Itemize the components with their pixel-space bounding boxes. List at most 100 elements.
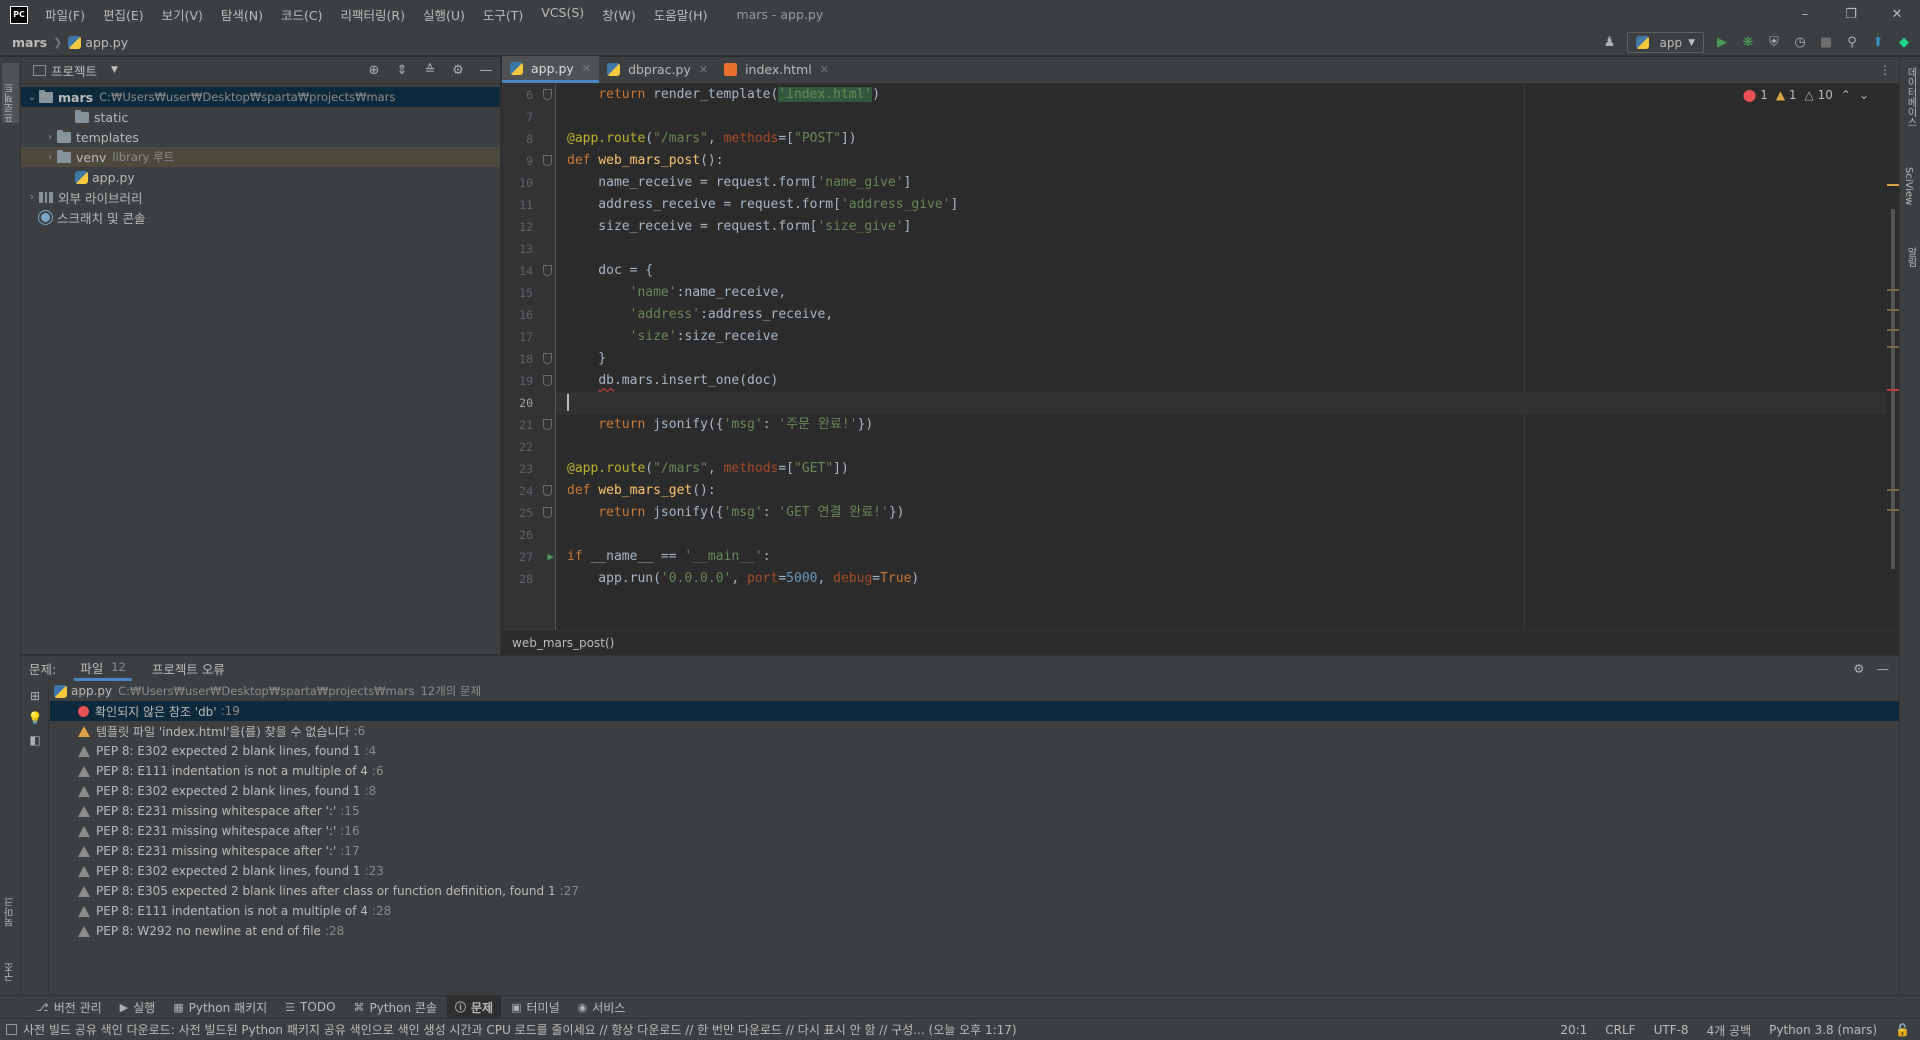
- close-window-icon[interactable]: ✕: [1874, 0, 1920, 29]
- code-lines[interactable]: return render_template('index.html') @app…: [556, 84, 1886, 590]
- tree-item[interactable]: 스크래치 및 콘솔: [21, 207, 500, 227]
- fold-marker-icon[interactable]: [543, 485, 552, 496]
- code-line[interactable]: 'size':size_receive: [567, 326, 1867, 348]
- file-encoding[interactable]: UTF-8: [1654, 1023, 1689, 1037]
- code-line[interactable]: return jsonify({'msg': 'GET 연결 완료!'}): [567, 502, 1867, 524]
- problem-item[interactable]: PEP 8: E231 missing whitespace after ':'…: [50, 821, 1899, 841]
- line-number[interactable]: 23: [502, 458, 555, 480]
- more-tabs-icon[interactable]: ⋮: [1879, 63, 1891, 77]
- tool-window-button-problems[interactable]: ⓘ 문제: [447, 995, 502, 1019]
- chevron-down-icon[interactable]: ▼: [111, 65, 118, 75]
- code-line[interactable]: name_receive = request.form['name_give']: [567, 172, 1867, 194]
- tool-window-button-vcs[interactable]: ⎇ 버전 관리: [28, 996, 110, 1019]
- code-line[interactable]: [567, 238, 1867, 260]
- stop-icon[interactable]: ■: [1818, 35, 1834, 50]
- line-number[interactable]: 28: [502, 568, 555, 590]
- hide-icon[interactable]: —: [478, 63, 494, 78]
- status-message[interactable]: 사전 빌드 공유 색인 다운로드: 사전 빌드된 Python 패키지 공유 색…: [23, 1021, 1123, 1038]
- problem-item[interactable]: PEP 8: E305 expected 2 blank lines after…: [50, 881, 1899, 901]
- breadcrumb-project[interactable]: mars: [12, 35, 47, 50]
- sciview-tool-button[interactable]: SciView: [1903, 167, 1914, 205]
- menu-item[interactable]: 파일(F): [36, 5, 94, 24]
- code-line[interactable]: 'address':address_receive,: [567, 304, 1867, 326]
- code-line[interactable]: return jsonify({'msg': '주문 완료!'}): [567, 414, 1867, 436]
- code-line[interactable]: app.run('0.0.0.0', port=5000, debug=True…: [567, 568, 1867, 590]
- structure-tool-button[interactable]: 구조: [2, 942, 19, 982]
- profile-icon[interactable]: ◷: [1792, 35, 1808, 50]
- menu-item[interactable]: 리팩터링(R): [332, 5, 414, 24]
- menu-item[interactable]: VCS(S): [532, 5, 593, 24]
- chevron-up-icon[interactable]: ⌃: [1841, 88, 1851, 102]
- minimize-icon[interactable]: –: [1782, 0, 1828, 29]
- line-number[interactable]: 13: [502, 238, 555, 260]
- tree-item[interactable]: ⌄ mars C:₩Users₩user₩Desktop₩sparta₩projec…: [21, 87, 500, 107]
- line-number[interactable]: 8: [502, 128, 555, 150]
- status-toggle-icon[interactable]: [6, 1024, 17, 1035]
- fold-marker-icon[interactable]: [543, 507, 552, 518]
- line-number[interactable]: 21: [502, 414, 555, 436]
- fold-marker-icon[interactable]: [543, 155, 552, 166]
- chevron-right-icon[interactable]: ›: [43, 152, 57, 163]
- problem-item[interactable]: PEP 8: W292 no newline at end of file:28: [50, 921, 1899, 941]
- editor-tab[interactable]: app.py ✕: [502, 56, 600, 83]
- bookmarks-tool-button[interactable]: 북마크: [2, 877, 19, 927]
- problems-tab[interactable]: 프로젝트 오류: [146, 656, 231, 681]
- breadcrumb-file[interactable]: app.py: [85, 35, 128, 50]
- code-line[interactable]: }: [567, 348, 1867, 370]
- code-line[interactable]: [567, 436, 1867, 458]
- line-number[interactable]: 17: [502, 326, 555, 348]
- collapse-all-icon[interactable]: ≙: [422, 63, 438, 78]
- menu-item[interactable]: 코드(C): [272, 5, 331, 24]
- problems-file-row[interactable]: app.py C:₩Users₩user₩Desktop₩sparta₩proj…: [50, 681, 1899, 701]
- indent-setting[interactable]: 4개 공백: [1707, 1022, 1752, 1039]
- code-line[interactable]: [567, 524, 1867, 546]
- line-number[interactable]: 24: [502, 480, 555, 502]
- editor-scrollbar[interactable]: [1887, 84, 1899, 630]
- preview-icon[interactable]: ◧: [27, 733, 43, 749]
- tree-item[interactable]: app.py: [21, 167, 500, 187]
- code-line[interactable]: db.mars.insert_one(doc): [567, 370, 1867, 392]
- menu-item[interactable]: 편집(E): [94, 5, 153, 24]
- run-config-select[interactable]: app ▼: [1627, 32, 1704, 53]
- code-area[interactable]: 6 7 8 9 10 11 12 13 14 15 16 17 18 19 20 21 22 23 24 25 26 27…: [502, 84, 1899, 630]
- code-line[interactable]: [567, 106, 1867, 128]
- caret-position[interactable]: 20:1: [1560, 1023, 1587, 1037]
- code-line[interactable]: size_receive = request.form['size_give']: [567, 216, 1867, 238]
- problem-item[interactable]: PEP 8: E111 indentation is not a multipl…: [50, 761, 1899, 781]
- python-interpreter[interactable]: Python 3.8 (mars): [1769, 1023, 1877, 1037]
- problems-tab[interactable]: 파일 12: [74, 656, 132, 681]
- locate-icon[interactable]: ⊕: [366, 63, 382, 78]
- gear-icon[interactable]: ⚙: [450, 63, 466, 78]
- chevron-down-icon[interactable]: ⌄: [1859, 88, 1869, 102]
- line-number[interactable]: 14: [502, 260, 555, 282]
- problem-item[interactable]: PEP 8: E302 expected 2 blank lines, foun…: [50, 781, 1899, 801]
- coverage-icon[interactable]: ⛨: [1766, 35, 1782, 50]
- line-number[interactable]: 25: [502, 502, 555, 524]
- menu-item[interactable]: 보기(V): [153, 5, 212, 24]
- debug-icon[interactable]: ❋: [1740, 35, 1756, 50]
- tool-window-button-todo[interactable]: ☰ TODO: [277, 996, 343, 1019]
- code-line[interactable]: address_receive = request.form['address_…: [567, 194, 1867, 216]
- run-icon[interactable]: ▶: [1714, 35, 1730, 50]
- menu-item[interactable]: 실행(U): [414, 5, 474, 24]
- code-line[interactable]: [556, 392, 1886, 414]
- problem-item[interactable]: PEP 8: E231 missing whitespace after ':'…: [50, 841, 1899, 861]
- editor-tab[interactable]: dbprac.py ✕: [599, 56, 716, 83]
- line-number[interactable]: 10: [502, 172, 555, 194]
- problem-item[interactable]: PEP 8: E231 missing whitespace after ':'…: [50, 801, 1899, 821]
- problem-item[interactable]: 템플릿 파일 'index.html'을(를) 찾을 수 없습니다:6: [50, 721, 1899, 741]
- database-tool-button[interactable]: 데이터베이스: [1903, 67, 1918, 127]
- code-line[interactable]: def web_mars_post():: [567, 150, 1867, 172]
- project-tool-button[interactable]: 프로젝트: [2, 63, 19, 123]
- gear-icon[interactable]: ⚙: [1853, 661, 1864, 676]
- jetbrains-icon[interactable]: ◆: [1896, 35, 1912, 50]
- editor-tab[interactable]: index.html ✕: [716, 56, 837, 83]
- notifications-tool-button[interactable]: 알림: [1903, 247, 1918, 267]
- chevron-right-icon[interactable]: ›: [43, 132, 57, 143]
- menu-item[interactable]: 창(W): [593, 5, 645, 24]
- line-number[interactable]: 7: [502, 106, 555, 128]
- tool-window-button-terminal[interactable]: ▣ 터미널: [503, 996, 568, 1019]
- line-number[interactable]: 12: [502, 216, 555, 238]
- fold-marker-icon[interactable]: [543, 89, 552, 100]
- line-number[interactable]: 26: [502, 524, 555, 546]
